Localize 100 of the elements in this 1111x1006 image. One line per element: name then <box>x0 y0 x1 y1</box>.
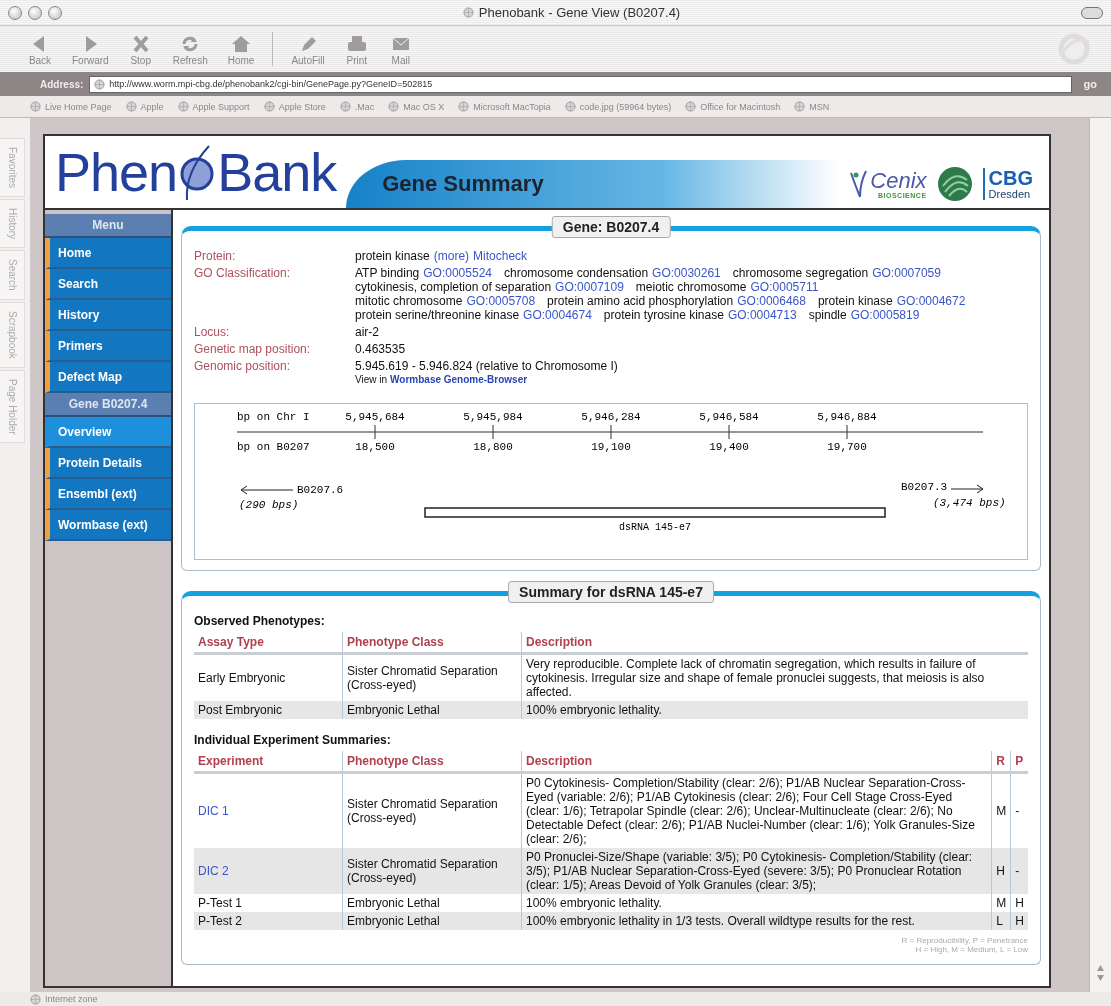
go-term: protein serine/threonine kinase <box>355 308 520 322</box>
toolbar-button[interactable]: Home <box>219 32 263 66</box>
browser-link[interactable]: Wormbase Genome-Browser <box>390 373 528 387</box>
go-link[interactable]: GO:0006468 <box>737 294 806 308</box>
table-cell: - <box>1010 848 1028 894</box>
panel-title: Summary for dsRNA 145-e7 <box>508 581 714 603</box>
menu-item[interactable]: Ensembl (ext) <box>45 479 171 510</box>
window-control[interactable] <box>48 5 62 20</box>
go-term: protein tyrosine kinase <box>603 308 724 322</box>
favorite-link[interactable]: Office for Macintosh <box>685 101 781 112</box>
go-link[interactable]: GO:0004713 <box>727 308 797 322</box>
globe-icon <box>30 101 41 112</box>
toolbar-button[interactable]: Mail <box>380 32 421 66</box>
go-term: spindle <box>808 308 847 322</box>
go-term: protein kinase <box>817 294 893 308</box>
favorite-link[interactable]: Apple Store <box>263 101 326 112</box>
field-value: 5.945.619 - 5.946.824 (relative to Chromosome I) <box>355 359 619 373</box>
table-cell: Post Embryonic <box>194 701 343 719</box>
more-link[interactable]: (more) <box>433 249 470 263</box>
menu-item[interactable]: Wormbase (ext) <box>45 510 171 541</box>
gene-label: B0207.6 <box>297 484 344 496</box>
pill-button[interactable] <box>1081 6 1103 19</box>
menu-item[interactable]: Protein Details <box>45 448 171 479</box>
table-cell: H <box>1010 912 1028 930</box>
window-title: Phenobank - Gene View (B0207.4) <box>478 5 681 20</box>
scroll-down-icon[interactable] <box>1096 974 1105 982</box>
logo-text: CBG <box>988 168 1033 188</box>
favorite-link[interactable]: Apple <box>125 101 164 112</box>
table-cell: P-Test 1 <box>194 894 343 912</box>
section-heading: Observed Phenotypes: <box>194 614 326 628</box>
toolbar-button[interactable]: Back <box>20 32 60 66</box>
menu-item[interactable]: Home <box>45 238 171 269</box>
column-header: Description <box>521 751 992 773</box>
favorite-link[interactable]: .Mac <box>339 101 375 112</box>
menu-item[interactable]: Defect Map <box>45 362 171 393</box>
toolbar-button[interactable]: Stop <box>120 32 161 66</box>
toolbar-button[interactable]: Print <box>336 32 377 66</box>
favorite-link[interactable]: Microsoft MacTopia <box>458 101 551 112</box>
menu-item[interactable]: History <box>45 300 171 331</box>
tick-label: 19,700 <box>827 441 867 453</box>
globe-icon <box>94 78 106 90</box>
table-cell: L <box>991 912 1011 930</box>
field-label: Locus: <box>194 325 231 339</box>
go-link[interactable]: GO:0030261 <box>652 266 721 280</box>
experiment-link[interactable]: DIC 1 <box>194 772 343 848</box>
toolbar-button[interactable]: AutoFill <box>283 32 333 66</box>
table-cell: 100% embryonic lethality in 1/3 tests. Overall wildtype results for the rest. <box>521 912 992 930</box>
go-term: protein amino acid phosphorylation <box>547 294 734 308</box>
ring-logo-icon <box>1057 32 1091 66</box>
go-term: chromosome segregation <box>732 266 869 280</box>
globe-icon <box>263 101 275 112</box>
globe-icon <box>30 993 41 1005</box>
go-term: cytokinesis, completion of separation <box>355 280 552 294</box>
logo-subtext: Dresden <box>988 188 1032 200</box>
go-link[interactable]: GO:0007059 <box>872 266 941 280</box>
menu-item[interactable]: Search <box>45 269 171 300</box>
window-control[interactable] <box>8 5 22 20</box>
gene-arrow <box>240 485 294 495</box>
globe-icon <box>458 101 470 112</box>
favorite-link[interactable]: MSN <box>794 101 830 112</box>
go-link[interactable]: GO:0004672 <box>896 294 966 308</box>
figure-logo-icon <box>850 169 869 199</box>
gene-length: (3,474 bps) <box>933 497 1006 509</box>
go-link[interactable]: GO:0007109 <box>555 280 624 294</box>
globe-icon <box>462 7 474 18</box>
gene-arrow <box>950 484 984 494</box>
window-control[interactable] <box>28 5 42 20</box>
go-term: meiotic chromosome <box>635 280 747 294</box>
favorite-link[interactable]: Live Home Page <box>30 101 112 112</box>
go-button[interactable]: go <box>1077 78 1103 90</box>
table-cell: P-Test 2 <box>194 912 343 930</box>
field-value: 0.463535 <box>355 342 407 356</box>
column-header: Phenotype Class <box>342 632 522 654</box>
tick-label: 5,946,584 <box>699 411 759 423</box>
banner-title: Gene Summary <box>382 171 545 197</box>
favorite-link[interactable]: code.jpg (59964 bytes) <box>564 101 672 112</box>
column-header: P <box>1010 751 1028 773</box>
tick-label: 5,945,684 <box>345 411 405 423</box>
favorite-link[interactable]: Mac OS X <box>388 101 445 112</box>
mitocheck-link[interactable]: Mitocheck <box>473 249 528 263</box>
go-link[interactable]: GO:0005711 <box>750 280 819 294</box>
tick-label: 18,500 <box>355 441 395 453</box>
scroll-up-icon[interactable] <box>1096 964 1105 972</box>
toolbar-button[interactable]: Forward <box>64 32 117 66</box>
go-link[interactable]: GO:0005524 <box>423 266 492 280</box>
menu-item[interactable]: Primers <box>45 331 171 362</box>
swirl-logo-icon <box>936 166 973 202</box>
go-link[interactable]: GO:0005819 <box>850 308 920 322</box>
experiment-link[interactable]: DIC 2 <box>194 848 343 894</box>
go-link[interactable]: GO:0004674 <box>523 308 592 322</box>
field-label: Genetic map position: <box>194 342 312 356</box>
favorite-link[interactable]: Apple Support <box>177 101 250 112</box>
toolbar-button[interactable]: Refresh <box>164 32 216 66</box>
go-term: chromosome condensation <box>504 266 649 280</box>
table-cell: Embryonic Lethal <box>342 701 522 719</box>
address-field[interactable]: http://www.worm.mpi-cbg.de/phenobank2/cgi-bin/GenePage.py?GeneID=502815 <box>89 75 1072 93</box>
scrollbar[interactable] <box>1089 118 1111 992</box>
menu-item[interactable]: Overview <box>45 417 171 448</box>
go-term: mitotic chromosome <box>355 294 463 308</box>
go-link[interactable]: GO:0005708 <box>466 294 536 308</box>
